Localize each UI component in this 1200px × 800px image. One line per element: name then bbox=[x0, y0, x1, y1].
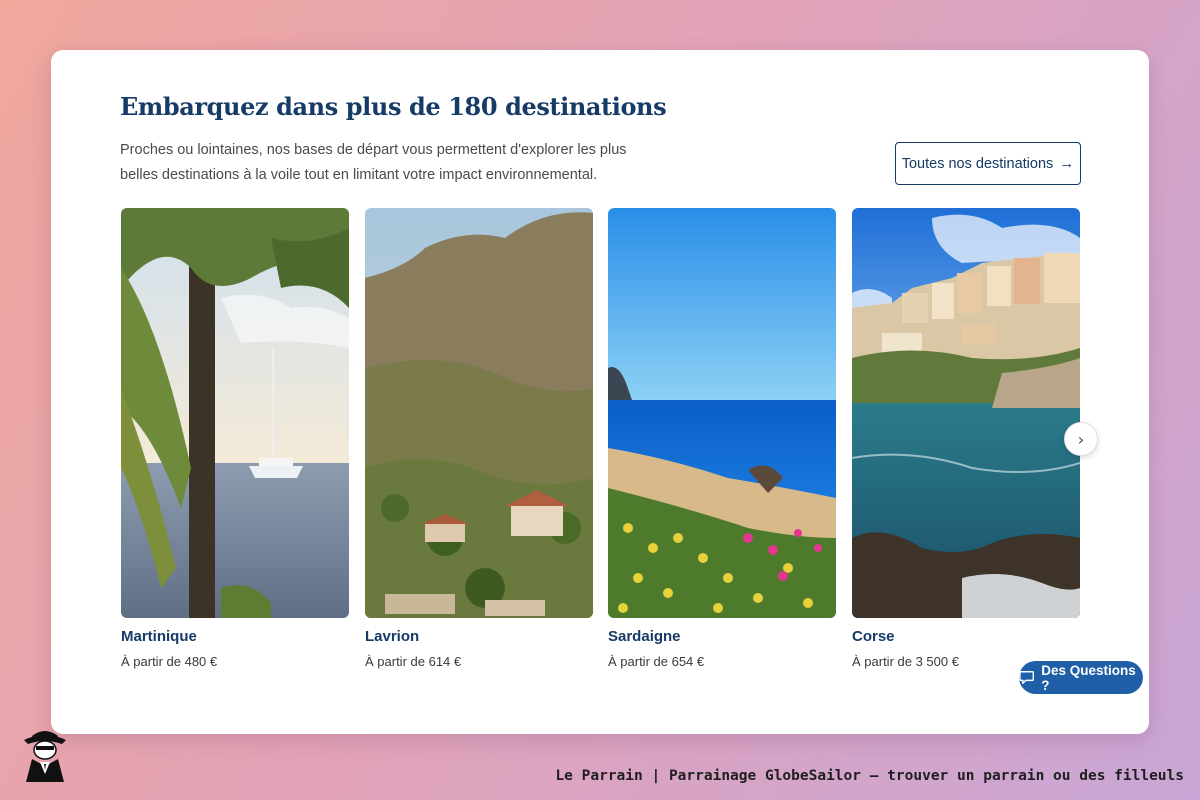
destination-price: À partir de 614 € bbox=[365, 654, 462, 669]
chat-bubble-icon bbox=[1019, 671, 1035, 684]
destination-name: Lavrion bbox=[365, 628, 420, 645]
godfather-logo-icon bbox=[24, 731, 66, 782]
destination-card-sardaigne[interactable]: Sardaigne À partir de 654 € bbox=[608, 208, 836, 669]
destination-photo-lavrion bbox=[365, 208, 593, 618]
destination-photo-sardaigne bbox=[608, 208, 836, 618]
destination-name: Corse bbox=[852, 628, 895, 645]
destination-price: À partir de 480 € bbox=[121, 654, 218, 669]
destination-card-lavrion[interactable]: Lavrion À partir de 614 € bbox=[365, 208, 593, 669]
carousel-next-button[interactable]: › bbox=[1064, 422, 1098, 456]
arrow-right-icon: → bbox=[1059, 155, 1075, 172]
all-destinations-label: Toutes nos destinations bbox=[901, 155, 1054, 172]
destination-name: Sardaigne bbox=[608, 628, 681, 645]
destination-card-corse[interactable]: Corse À partir de 3 500 € bbox=[852, 208, 1080, 669]
destination-name: Martinique bbox=[121, 628, 197, 645]
destination-price: À partir de 654 € bbox=[608, 654, 705, 669]
destination-photo-corse bbox=[852, 208, 1080, 618]
chevron-right-icon: › bbox=[1077, 429, 1085, 449]
section-description: Proches ou lointaines, nos bases de dépa… bbox=[120, 142, 627, 183]
section-title: Embarquez dans plus de 180 destinations bbox=[120, 92, 667, 121]
destination-card-martinique[interactable]: Martinique À partir de 480 € bbox=[121, 208, 349, 669]
destinations-card: Embarquez dans plus de 180 destinations … bbox=[51, 50, 1149, 734]
chat-help-label: Des Questions ? bbox=[1041, 662, 1136, 693]
chat-help-button[interactable]: Des Questions ? bbox=[1019, 661, 1143, 694]
destination-photo-martinique bbox=[121, 208, 349, 618]
all-destinations-button[interactable]: Toutes nos destinations → bbox=[895, 142, 1081, 185]
footer-caption: Le Parrain | Parrainage GlobeSailor — tr… bbox=[555, 768, 1184, 784]
